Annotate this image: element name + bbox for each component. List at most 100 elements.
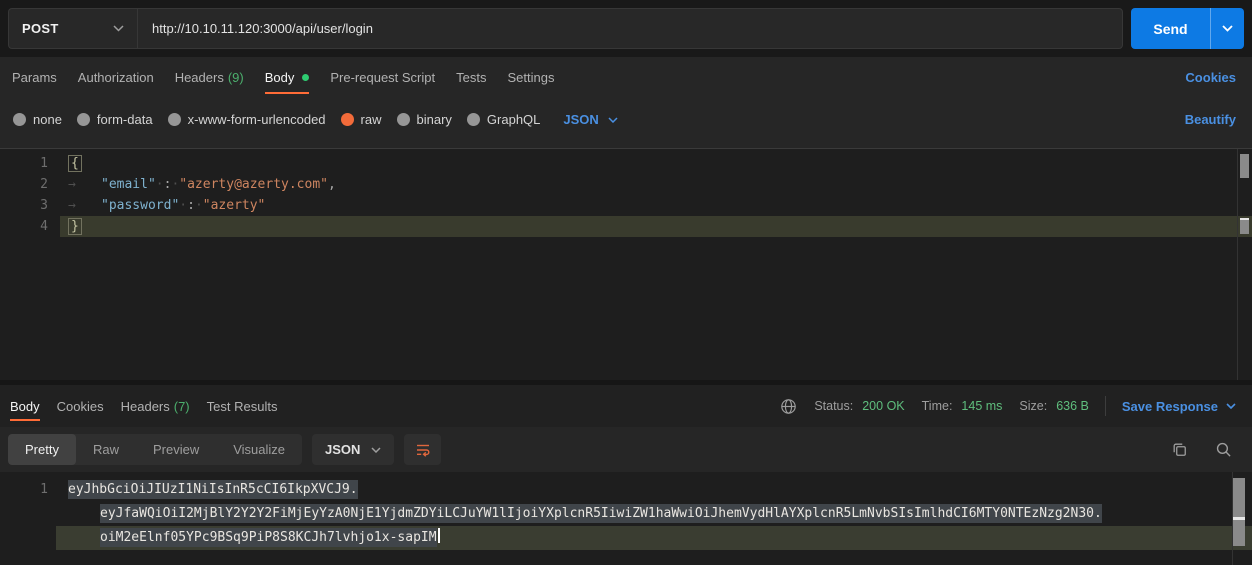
selected-text: eyJhbGciOiJIUzI1NiIsInR5cCI6IkpXVCJ9. <box>68 480 358 499</box>
tab-label: Authorization <box>78 70 154 85</box>
size-value: 636 B <box>1056 399 1089 413</box>
radio-icon <box>168 113 181 126</box>
meta-divider <box>1105 396 1106 416</box>
tab-label: Headers <box>121 399 170 414</box>
radio-label: x-www-form-urlencoded <box>188 112 326 127</box>
search-icon <box>1215 441 1232 458</box>
tab-label: Tests <box>456 70 486 85</box>
wrap-lines-icon <box>415 442 431 458</box>
tab-tests[interactable]: Tests <box>456 57 486 97</box>
save-response-label: Save Response <box>1122 399 1218 414</box>
tab-body[interactable]: Body <box>10 385 40 427</box>
line-number: 3 <box>0 195 48 216</box>
request-bar: POST http://10.10.11.120:3000/api/user/l… <box>0 0 1252 57</box>
url-value: http://10.10.11.120:3000/api/user/login <box>152 21 373 36</box>
request-code-line[interactable]: 2→"email"·:·"azerty@azerty.com", <box>0 174 1252 195</box>
request-code-line[interactable]: 1{ <box>0 153 1252 174</box>
globe-icon[interactable] <box>780 398 797 415</box>
body-type-x-www-form-urlencoded[interactable]: x-www-form-urlencoded <box>168 112 326 127</box>
search-button[interactable] <box>1215 441 1232 458</box>
send-button[interactable]: Send <box>1131 8 1211 49</box>
line-number: 2 <box>0 174 48 195</box>
tab-cookies[interactable]: Cookies <box>57 385 104 427</box>
tab-authorization[interactable]: Authorization <box>78 57 154 97</box>
time-value: 145 ms <box>961 399 1002 413</box>
response-lines: 1 eyJhbGciOiJIUzI1NiIsInR5cCI6IkpXVCJ9. ey… <box>0 478 1252 550</box>
response-line[interactable]: eyJfaWQiOiI2MjBlY2Y2Y2FiMjEyYzA0NjE1Yjdm… <box>0 502 1252 526</box>
url-input[interactable]: http://10.10.11.120:3000/api/user/login <box>137 8 1123 49</box>
size-label: Size: <box>1019 399 1047 413</box>
radio-icon <box>77 113 90 126</box>
tab-pre-request-script[interactable]: Pre-request Script <box>330 57 435 97</box>
tab-body[interactable]: Body <box>265 57 310 97</box>
radio-icon <box>467 113 480 126</box>
chevron-down-icon <box>608 117 618 123</box>
method-label: POST <box>22 21 59 36</box>
tab-label: Body <box>265 70 295 85</box>
body-type-bar: none form-data x-www-form-urlencoded raw bin… <box>0 97 1252 142</box>
token-text: oiM2eElnf05YPc9BSq9PiP8S8KCJh7lvhjo1x-sa… <box>100 526 440 550</box>
line-number <box>0 502 48 526</box>
code-text: { <box>68 153 82 174</box>
request-code-line[interactable]: 3→"password"·:·"azerty" <box>0 195 1252 216</box>
request-editor-scrollbar[interactable] <box>1237 149 1252 380</box>
send-options-button[interactable] <box>1211 8 1244 49</box>
view-tab-raw[interactable]: Raw <box>76 434 136 465</box>
body-type-form-data[interactable]: form-data <box>77 112 153 127</box>
radio-label: none <box>33 112 62 127</box>
line-number <box>0 526 48 550</box>
body-type-none[interactable]: none <box>13 112 62 127</box>
tab-label: Headers <box>175 70 224 85</box>
response-scrollbar-thumb[interactable] <box>1233 478 1245 546</box>
method-select[interactable]: POST <box>8 8 137 49</box>
body-language-value: JSON <box>563 112 598 127</box>
body-language-select[interactable]: JSON <box>563 112 617 127</box>
response-language-value: JSON <box>325 442 360 457</box>
view-tab-visualize[interactable]: Visualize <box>216 434 302 465</box>
request-tabs: Params Authorization Headers(9) Body Pre-req… <box>0 57 1252 97</box>
chevron-down-icon <box>113 25 124 32</box>
response-line[interactable]: oiM2eElnf05YPc9BSq9PiP8S8KCJh7lvhjo1x-sa… <box>0 526 1252 550</box>
body-type-binary[interactable]: binary <box>397 112 452 127</box>
view-tab-preview[interactable]: Preview <box>136 434 216 465</box>
code-text: } <box>68 216 82 237</box>
request-body-editor[interactable]: 1{2→"email"·:·"azerty@azerty.com",3→"pas… <box>0 148 1252 380</box>
response-toolbar-icons <box>1171 441 1238 458</box>
copy-button[interactable] <box>1171 441 1188 458</box>
tab-label: Pre-request Script <box>330 70 435 85</box>
response-language-select[interactable]: JSON <box>312 434 394 465</box>
body-type-graphql[interactable]: GraphQL <box>467 112 540 127</box>
copy-icon <box>1171 441 1188 458</box>
request-tabs-list: Params Authorization Headers(9) Body Pre-req… <box>12 57 554 97</box>
request-code-line[interactable]: 4} <box>0 216 1252 237</box>
tab-headers[interactable]: Headers(9) <box>175 57 244 97</box>
line-number: 1 <box>0 478 48 502</box>
tab-settings[interactable]: Settings <box>507 57 554 97</box>
body-type-options: none form-data x-www-form-urlencoded raw bin… <box>13 112 540 127</box>
tab-test-results[interactable]: Test Results <box>207 385 278 427</box>
beautify-link[interactable]: Beautify <box>1185 112 1236 127</box>
response-view-switcher: PrettyRawPreviewVisualize <box>8 434 302 465</box>
response-scrollbar[interactable] <box>1232 472 1252 565</box>
response-meta: Status: 200 OK Time: 145 ms Size: 636 B … <box>780 385 1236 427</box>
scrollbar-selection-marker <box>1233 517 1245 520</box>
response-body-editor[interactable]: 1 eyJhbGciOiJIUzI1NiIsInR5cCI6IkpXVCJ9. ey… <box>0 472 1252 565</box>
cookies-link[interactable]: Cookies <box>1185 70 1236 85</box>
response-line[interactable]: 1 eyJhbGciOiJIUzI1NiIsInR5cCI6IkpXVCJ9. <box>0 478 1252 502</box>
send-button-group: Send <box>1131 8 1244 49</box>
tab-label: Test Results <box>207 399 278 414</box>
status-value: 200 OK <box>862 399 904 413</box>
request-scrollbar-thumb[interactable] <box>1240 154 1249 178</box>
tab-count: (7) <box>174 399 190 414</box>
chevron-down-icon <box>371 447 381 453</box>
tab-params[interactable]: Params <box>12 57 57 97</box>
radio-label: binary <box>417 112 452 127</box>
view-tab-pretty[interactable]: Pretty <box>8 434 76 465</box>
tab-headers[interactable]: Headers (7) <box>121 385 190 427</box>
body-type-raw[interactable]: raw <box>341 112 382 127</box>
radio-label: form-data <box>97 112 153 127</box>
tab-label: Settings <box>507 70 554 85</box>
token-text: eyJfaWQiOiI2MjBlY2Y2Y2FiMjEyYzA0NjE1Yjdm… <box>100 502 1102 526</box>
save-response-button[interactable]: Save Response <box>1122 399 1236 414</box>
wrap-lines-button[interactable] <box>404 434 441 465</box>
